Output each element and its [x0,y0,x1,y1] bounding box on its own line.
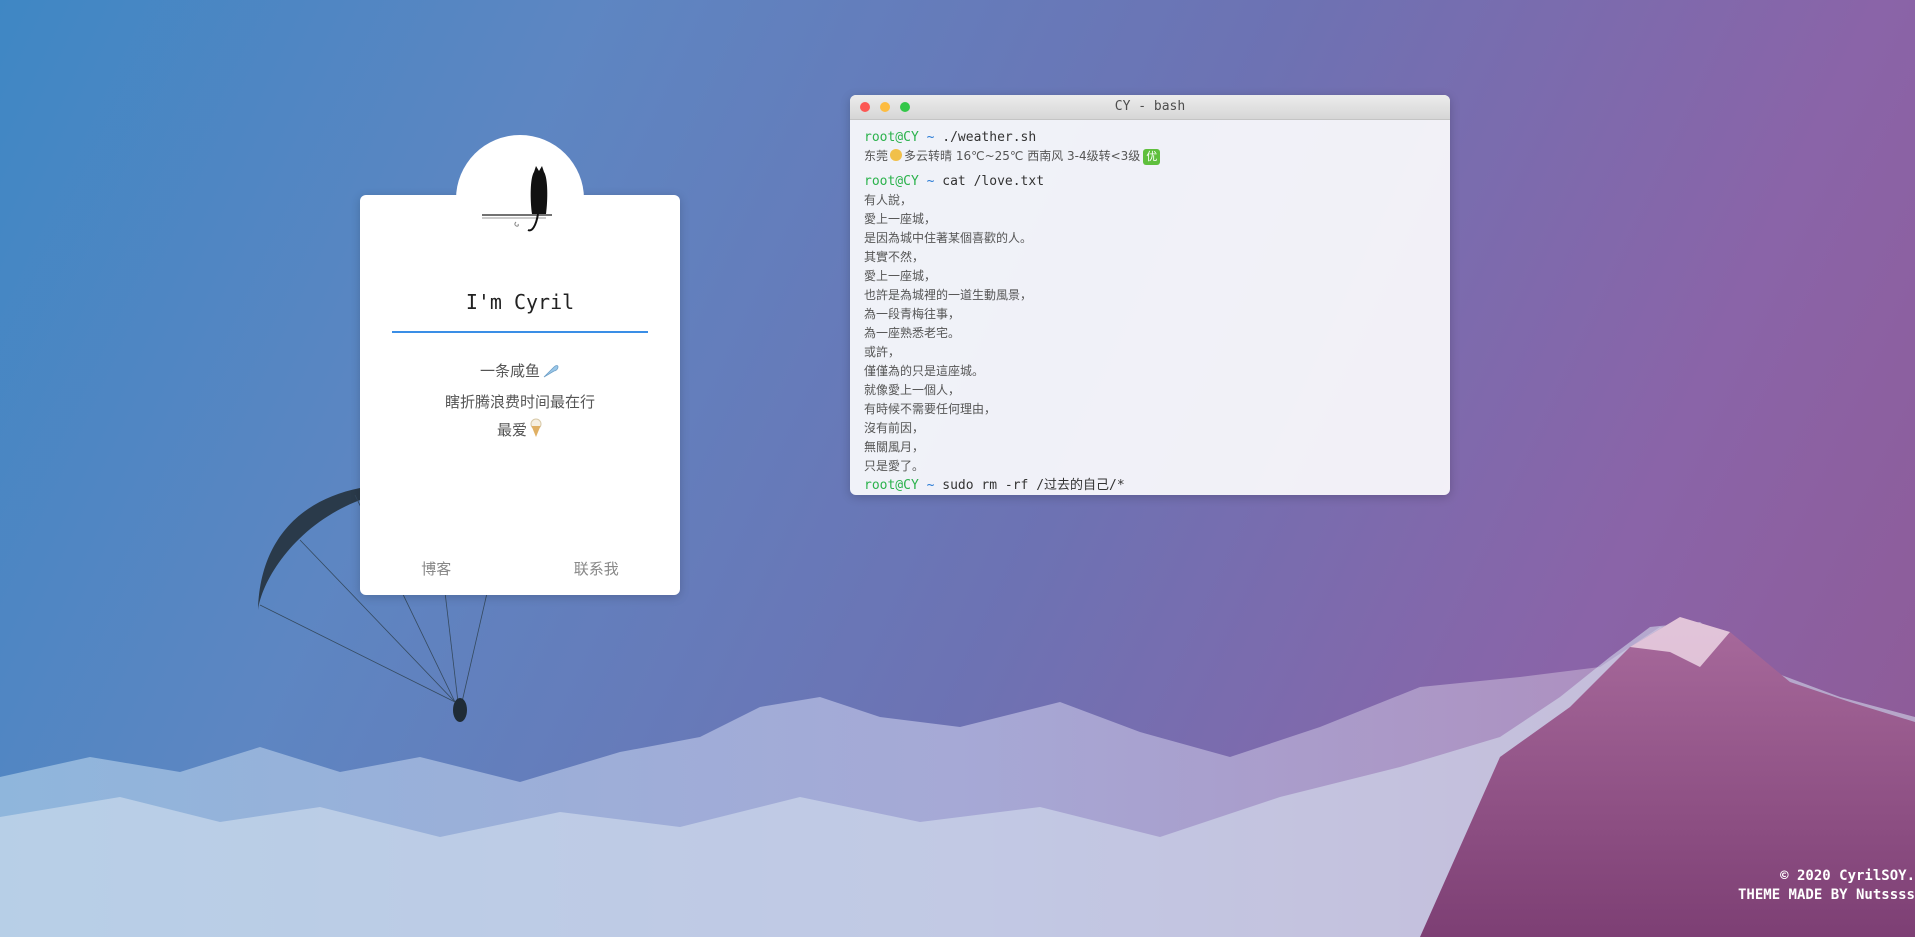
minimize-button[interactable] [880,102,890,112]
terminal-window: CY - bash root@CY ~ ./weather.sh 东莞 多云转晴 … [850,95,1450,495]
copyright-text: © 2020 CyrilSOY. [1780,868,1915,884]
output-line: 有時候不需要任何理由， [864,402,997,416]
output-line: 或許， [864,345,901,359]
terminal-title: CY - bash [1114,99,1186,114]
profile-links: 博客 联系我 [360,558,680,579]
output-line: 是因為城中住著某個喜歡的人。 [864,231,1033,245]
ice-cream-icon [529,418,543,447]
output-line: 其實不然， [864,250,925,264]
output-line: 就像愛上一個人， [864,383,961,397]
output-line: 僅僅為的只是這座城。 [864,364,985,378]
terminal-output: root@CY ~ ./weather.sh 东莞 多云转晴 16℃~25℃ 西南… [850,120,1450,495]
output-line: 為一座熟悉老宅。 [864,326,961,340]
weather-output: 东莞 多云转晴 16℃~25℃ 西南风 3-4级转<3级优 [864,147,1436,166]
bio-line: 瞎折腾浪费时间最在行 [444,393,595,411]
theme-credit: THEME MADE BY Nutssss [1737,887,1915,903]
partly-cloudy-icon [890,149,903,161]
cat-avatar [482,166,552,232]
output-line: 沒有前因， [864,421,925,435]
output-line: 只是愛了。 [864,459,925,473]
contact-link[interactable]: 联系我 [574,558,619,579]
output-line: 愛上一座城， [864,212,937,226]
maximize-button[interactable] [900,102,910,112]
profile-name: I'm Cyril [465,290,575,314]
output-line: 無關風月， [864,440,925,454]
command-line: root@CY ~ cat /love.txt [864,174,1045,189]
name-underline [392,331,648,333]
command-line: root@CY ~ sudo rm -rf /过去的自己/* [864,478,1125,493]
output-line: 愛上一座城， [864,269,937,283]
output-line: 為一段青梅往事， [864,307,961,321]
bio-line: 最爱 [360,416,680,447]
profile-bio: 一条咸鱼 瞎折腾浪费时间最在行 最爱 [360,357,680,447]
page-footer: © 2020 CyrilSOY. THEME MADE BY Nutssss [1738,867,1915,905]
blog-link[interactable]: 博客 [421,558,451,579]
fish-icon [542,360,560,388]
output-line: 也許是為城裡的一道生動風景， [864,288,1033,302]
command-line: root@CY ~ ./weather.sh [864,130,1037,145]
terminal-titlebar[interactable]: CY - bash [850,95,1450,120]
bio-line: 一条咸鱼 [360,357,680,388]
output-line: 有人說， [864,193,913,207]
love-text-output: 有人說， 愛上一座城， 是因為城中住著某個喜歡的人。 其實不然， 愛上一座城， … [864,191,1436,476]
close-button[interactable] [860,102,870,112]
aqi-badge: 优 [1143,149,1161,165]
